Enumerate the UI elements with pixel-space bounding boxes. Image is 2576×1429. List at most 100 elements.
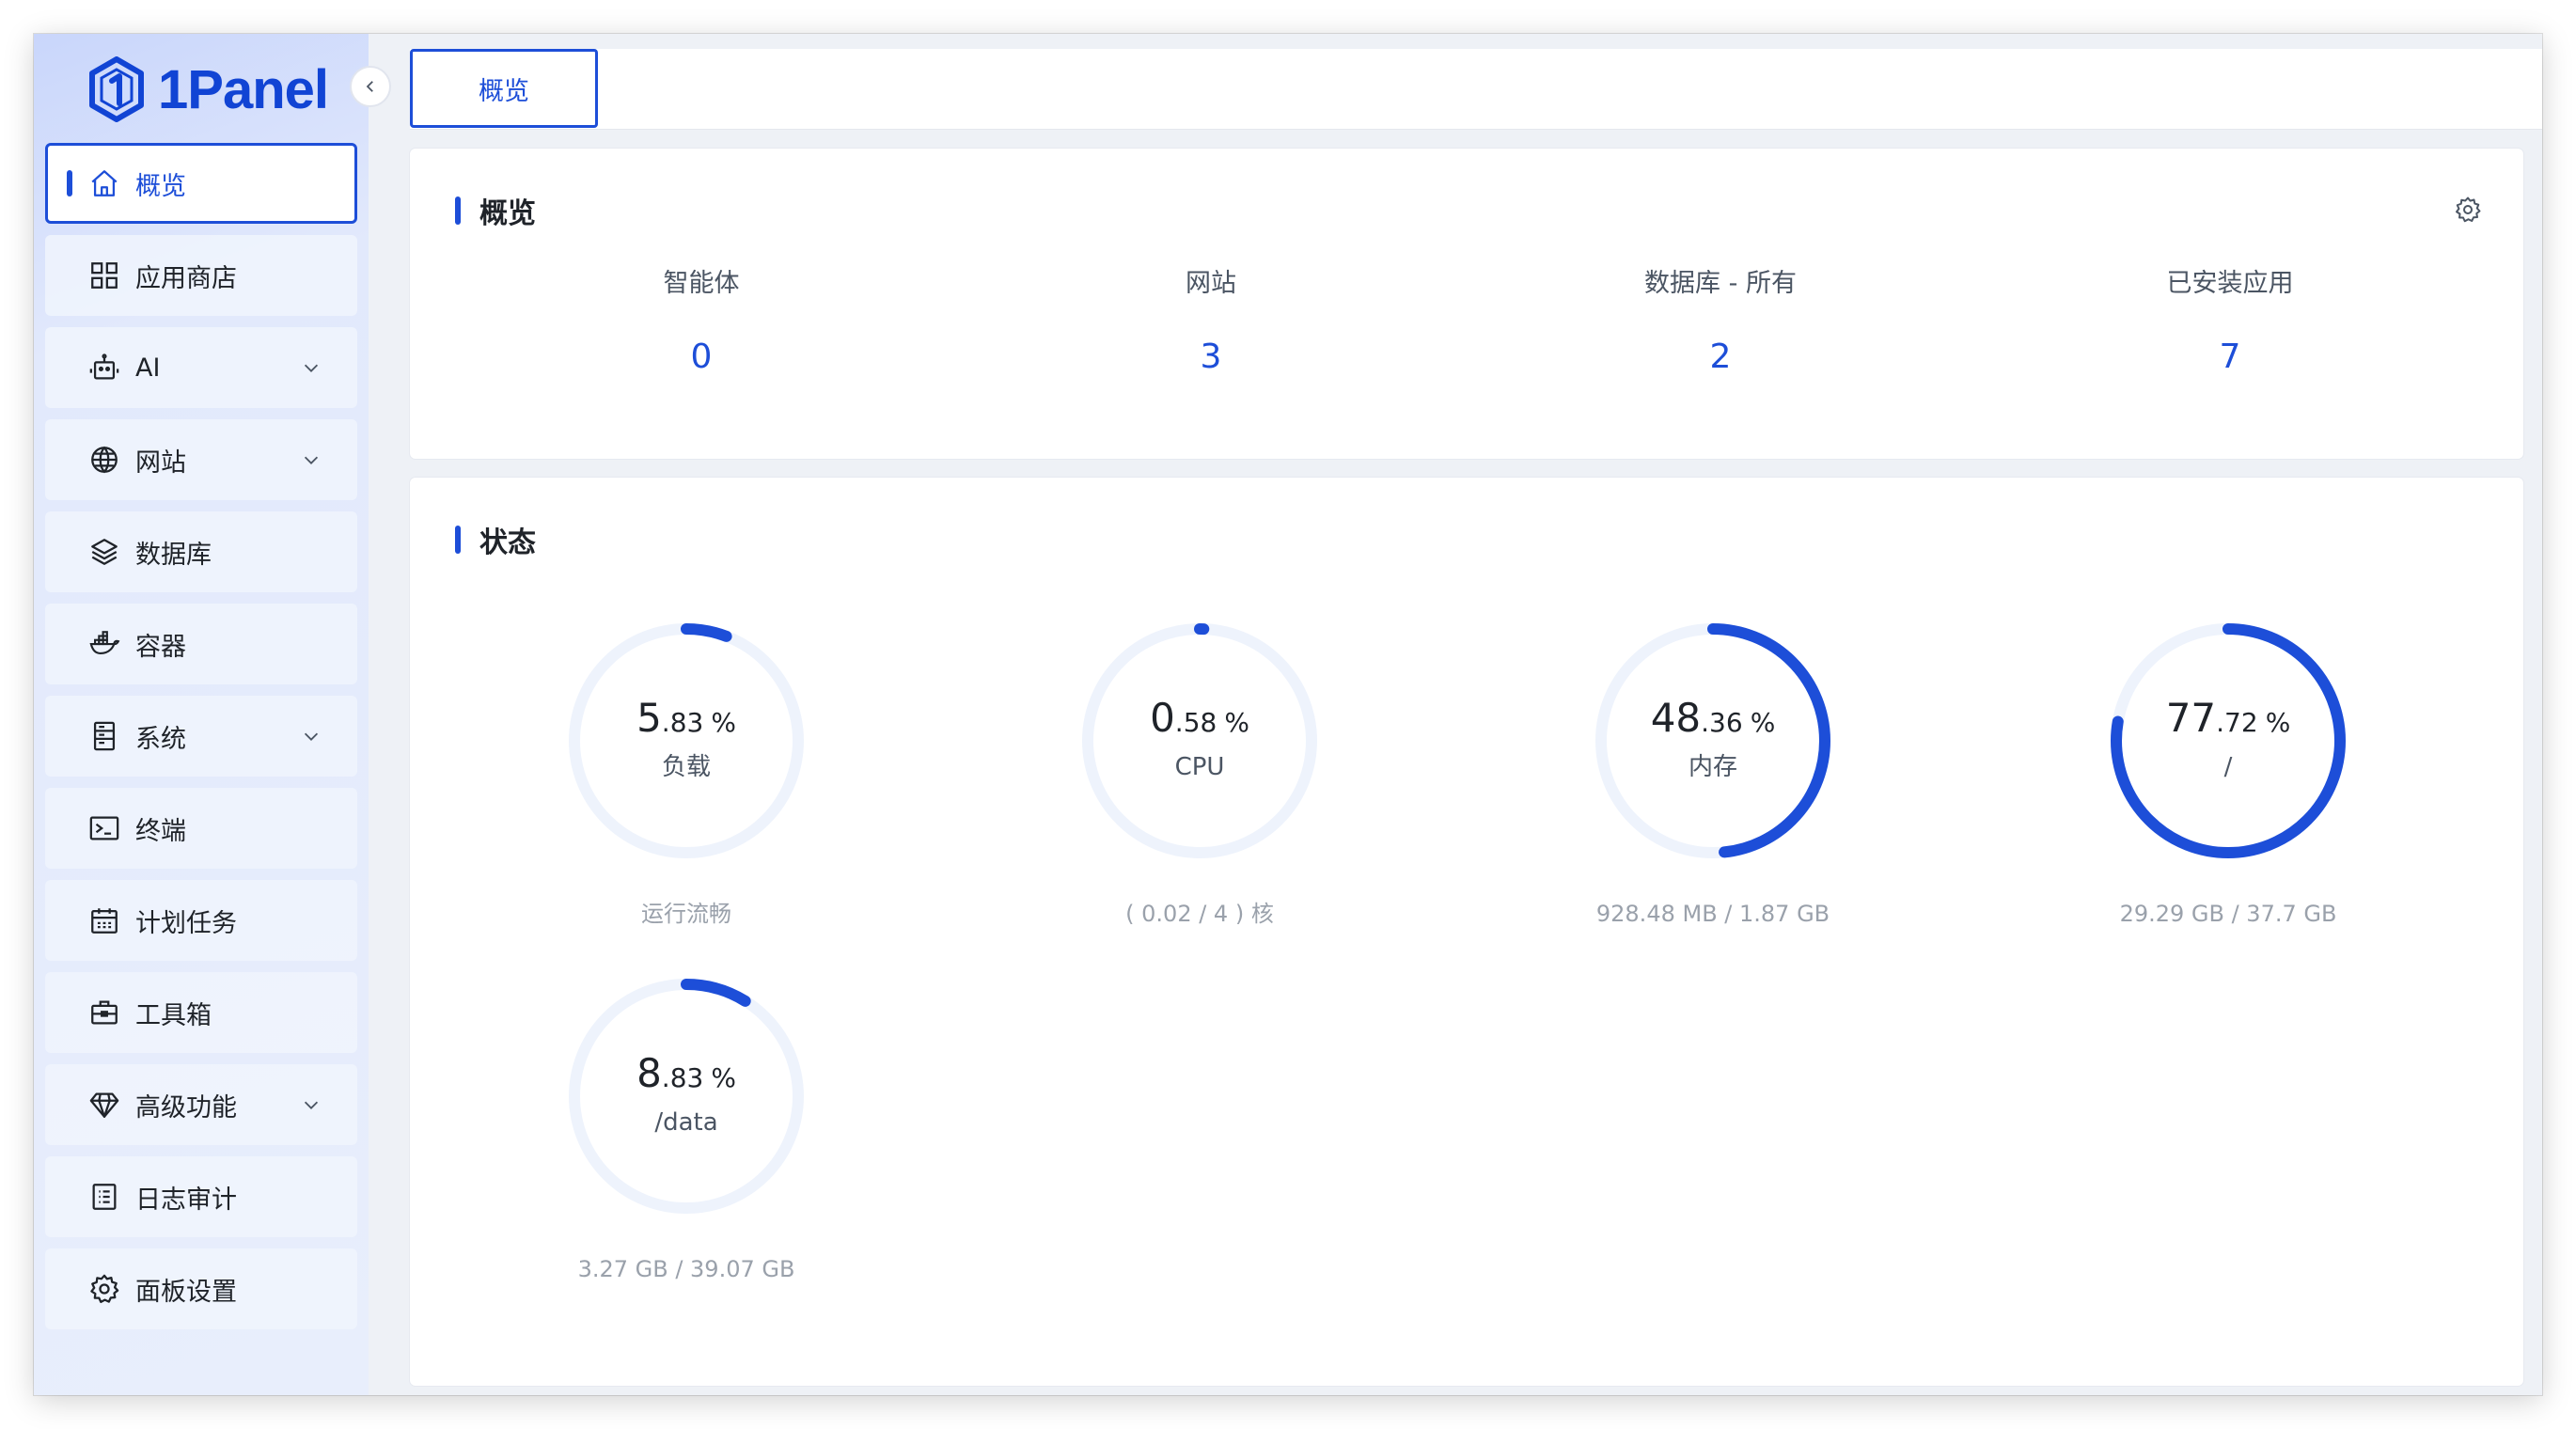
sidebar-item-log-audit[interactable]: 日志审计	[45, 1156, 357, 1237]
stat-value[interactable]: 7	[2042, 337, 2418, 378]
sidebar-item-ai[interactable]: AI	[45, 327, 357, 408]
stat-value[interactable]: 2	[1532, 337, 1908, 378]
sidebar-item-label: 工具箱	[135, 1000, 212, 1030]
gauge-name: 负载	[661, 753, 711, 781]
grid-icon	[86, 258, 122, 293]
gauge-center: 48.36% 内存	[1572, 694, 1854, 784]
sidebar-item-settings[interactable]: 面板设置	[45, 1248, 357, 1329]
chevron-down-icon	[304, 456, 319, 464]
stat-agents: 智能体 0	[513, 265, 889, 378]
gauge-load[interactable]: 5.83% 负载 运行流畅	[545, 619, 827, 929]
gauge-disk-data[interactable]: 8.83% /data 3.27 GB / 39.07 GB	[545, 974, 827, 1284]
gauge-cpu[interactable]: 0.58% CPU ( 0.02 / 4 ) 核	[1059, 619, 1341, 929]
gauge-value: 0.58%	[1150, 695, 1249, 741]
gauge-center: 77.72% /	[2087, 694, 2369, 784]
sidebar-item-container[interactable]: 容器	[45, 604, 357, 684]
sidebar-menu: 概览 应用商店 AI 网站 数据库 容器 系统 终端 计划任务 工具箱 高级功能…	[45, 143, 357, 1341]
logo[interactable]: 1Panel	[88, 47, 329, 132]
globe-icon	[86, 442, 122, 478]
sidebar-item-toolbox[interactable]: 工具箱	[45, 972, 357, 1053]
home-icon	[86, 165, 122, 201]
sidebar-item-label: 面板设置	[135, 1277, 237, 1307]
sidebar-item-label: 日志审计	[135, 1185, 237, 1215]
sidebar-item-label: 网站	[135, 448, 186, 478]
sidebar-item-label: 系统	[135, 724, 186, 754]
gauge-value: 48.36%	[1650, 695, 1776, 741]
sidebar-item-label: 概览	[135, 171, 186, 201]
sidebar-item-app-store[interactable]: 应用商店	[45, 235, 357, 316]
overview-card: 概览 智能体 0 网站 3 数据库 - 所有 2 已安装应用 7	[410, 149, 2523, 459]
logo-text: 1Panel	[158, 58, 329, 120]
stat-value[interactable]: 3	[1023, 337, 1399, 378]
sidebar-item-label: AI	[135, 353, 161, 383]
active-indicator	[67, 170, 72, 196]
chevron-down-icon	[304, 364, 319, 372]
stat-value[interactable]: 0	[513, 337, 889, 378]
sidebar-item-label: 终端	[135, 816, 186, 846]
card-header: 状态	[455, 519, 536, 560]
tab-overview[interactable]: 概览	[410, 49, 598, 128]
stat-databases: 数据库 - 所有 2	[1532, 265, 1908, 378]
sidebar-item-label: 计划任务	[135, 908, 237, 938]
stat-label: 智能体	[663, 269, 740, 298]
sidebar-item-label: 高级功能	[135, 1092, 237, 1123]
gauge-name: 内存	[1688, 753, 1737, 781]
title-accent-bar	[455, 196, 461, 225]
overview-title: 概览	[479, 197, 536, 230]
gauge-name: /data	[654, 1108, 718, 1137]
gauge-center: 8.83% /data	[545, 1049, 827, 1139]
stat-label: 网站	[1186, 269, 1236, 298]
sidebar-item-website[interactable]: 网站	[45, 419, 357, 500]
server-icon	[86, 718, 122, 754]
stat-label: 已安装应用	[2166, 269, 2294, 298]
chevron-down-icon	[304, 732, 319, 741]
sidebar-item-label: 应用商店	[135, 263, 237, 293]
gauge-center: 0.58% CPU	[1059, 694, 1341, 784]
sidebar-item-system[interactable]: 系统	[45, 696, 357, 777]
stat-label: 数据库 - 所有	[1644, 269, 1797, 298]
sidebar-item-database[interactable]: 数据库	[45, 511, 357, 592]
gauge-disk-root[interactable]: 77.72% / 29.29 GB / 37.7 GB	[2087, 619, 2369, 929]
stat-installed-apps: 已安装应用 7	[2042, 265, 2418, 378]
title-accent-bar	[455, 526, 461, 554]
sidebar: 1Panel 概览 应用商店 AI 网站 数据库 容器 系统 终端 计划任务 工…	[34, 34, 369, 1395]
gauge-detail: 928.48 MB / 1.87 GB	[1595, 901, 1830, 927]
gauge-detail: ( 0.02 / 4 ) 核	[1125, 901, 1274, 927]
robot-icon	[86, 350, 122, 385]
chevron-left-icon	[366, 81, 373, 92]
docker-icon	[86, 626, 122, 662]
gauge-detail: 运行流畅	[641, 901, 731, 927]
gauge-detail: 29.29 GB / 37.7 GB	[2119, 901, 2337, 927]
gear-icon	[86, 1271, 122, 1307]
gauge-detail: 3.27 GB / 39.07 GB	[577, 1256, 795, 1282]
chevron-down-icon	[304, 1101, 319, 1109]
card-header: 概览	[455, 190, 536, 231]
sidebar-item-advanced[interactable]: 高级功能	[45, 1064, 357, 1145]
collapse-sidebar-button[interactable]	[350, 66, 391, 107]
diamond-icon	[86, 1087, 122, 1123]
sidebar-item-cronjob[interactable]: 计划任务	[45, 880, 357, 961]
settings-gear-icon[interactable]	[2454, 196, 2482, 224]
status-card: 状态 5.83% 负载 运行流畅 0.58% CPU ( 0.02 / 4 ) …	[410, 478, 2523, 1386]
layers-icon	[86, 534, 122, 570]
app-window: 1Panel 概览 应用商店 AI 网站 数据库 容器 系统 终端 计划任务 工…	[34, 34, 2542, 1395]
gauge-center: 5.83% 负载	[545, 694, 827, 784]
sidebar-item-label: 容器	[135, 632, 186, 662]
status-title: 状态	[479, 526, 536, 559]
stat-websites: 网站 3	[1023, 265, 1399, 378]
gauge-value: 5.83%	[636, 695, 736, 741]
gauge-value: 77.72%	[2165, 695, 2291, 741]
terminal-icon	[86, 810, 122, 846]
calendar-icon	[86, 903, 122, 938]
sidebar-item-terminal[interactable]: 终端	[45, 788, 357, 869]
gauge-name: /	[2223, 753, 2233, 781]
log-icon	[86, 1179, 122, 1215]
gauge-name: CPU	[1174, 753, 1225, 781]
logo-icon	[89, 56, 144, 122]
sidebar-item-overview[interactable]: 概览	[45, 143, 357, 224]
toolbox-icon	[86, 995, 122, 1030]
gauge-value: 8.83%	[636, 1050, 736, 1096]
tab-label: 概览	[479, 76, 529, 106]
gauge-memory[interactable]: 48.36% 内存 928.48 MB / 1.87 GB	[1572, 619, 1854, 929]
tab-bar: 概览	[410, 49, 2542, 130]
